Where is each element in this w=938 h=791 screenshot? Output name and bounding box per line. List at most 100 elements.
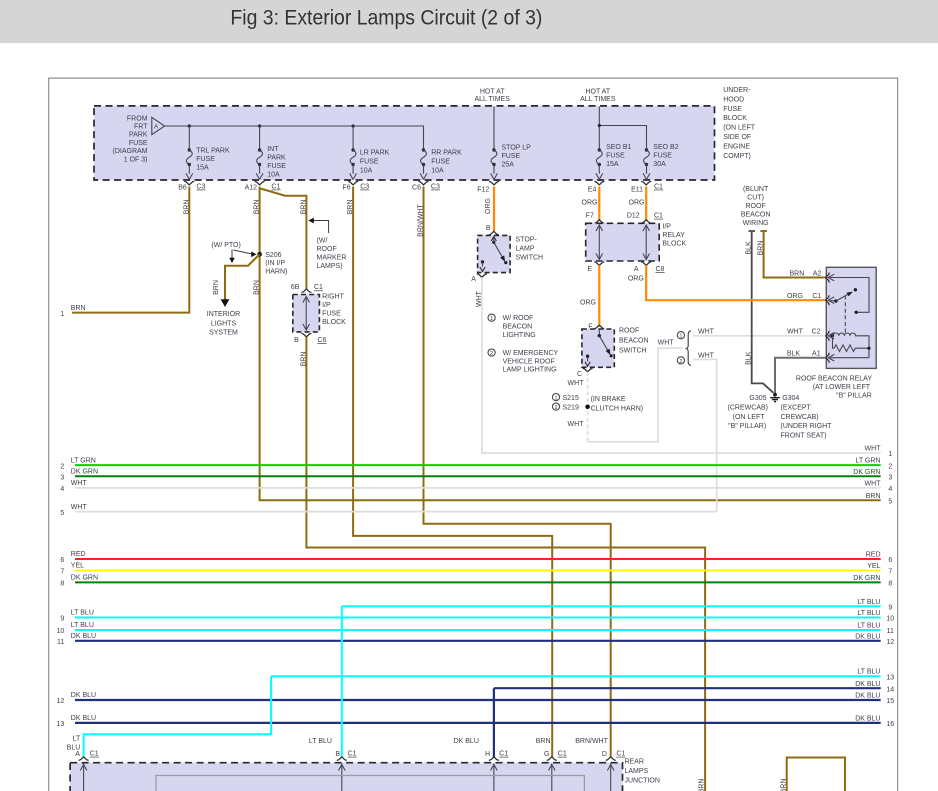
svg-text:1: 1: [888, 451, 892, 458]
svg-text:LT GRN: LT GRN: [71, 457, 96, 464]
svg-text:LAMP: LAMP: [516, 246, 535, 253]
svg-text:BRN: BRN: [254, 200, 261, 215]
svg-text:15: 15: [886, 698, 894, 705]
svg-text:BRN: BRN: [790, 270, 805, 277]
svg-text:F12: F12: [477, 187, 489, 194]
svg-text:B: B: [294, 337, 299, 344]
svg-text:DK BLU: DK BLU: [71, 692, 96, 699]
svg-text:UNDER-: UNDER-: [723, 87, 751, 94]
svg-text:ALL TIMES: ALL TIMES: [580, 96, 616, 103]
svg-text:LAMP LIGHTING: LAMP LIGHTING: [503, 367, 557, 374]
svg-text:F6: F6: [342, 185, 350, 192]
svg-text:11: 11: [57, 639, 64, 646]
svg-text:VEHICLE ROOF: VEHICLE ROOF: [503, 358, 555, 365]
svg-text:C1: C1: [654, 213, 663, 220]
svg-text:C6: C6: [318, 337, 327, 344]
svg-text:STOP-: STOP-: [516, 237, 538, 244]
svg-text:1: 1: [554, 396, 557, 402]
svg-text:FUSE: FUSE: [196, 156, 215, 163]
svg-text:5: 5: [888, 499, 892, 506]
svg-text:ROOF BEACON RELAY: ROOF BEACON RELAY: [796, 376, 872, 383]
svg-text:C1: C1: [654, 183, 663, 190]
svg-text:WIRING: WIRING: [743, 220, 769, 227]
svg-text:ROOF: ROOF: [619, 328, 639, 335]
svg-text:INT: INT: [267, 146, 279, 153]
svg-text:15A: 15A: [606, 161, 619, 168]
svg-text:15A: 15A: [196, 165, 209, 172]
svg-text:S219: S219: [563, 404, 579, 411]
svg-text:DK BLU: DK BLU: [855, 633, 880, 640]
svg-text:BRN: BRN: [300, 200, 307, 215]
svg-text:FRONT SEAT): FRONT SEAT): [781, 433, 827, 440]
svg-text:WHT: WHT: [698, 328, 715, 335]
svg-text:10: 10: [57, 628, 65, 635]
svg-text:(CREWCAB): (CREWCAB): [728, 404, 768, 411]
svg-text:10A: 10A: [431, 168, 444, 175]
svg-text:FUSE: FUSE: [129, 140, 148, 147]
svg-text:E11: E11: [631, 187, 643, 194]
svg-text:DK BLU: DK BLU: [855, 715, 880, 722]
svg-text:ORG: ORG: [629, 200, 645, 207]
svg-text:Fig 3: Exterior Lamps Circuit: Fig 3: Exterior Lamps Circuit (2 of 3): [230, 5, 542, 29]
svg-text:E4: E4: [588, 187, 597, 194]
svg-text:JUNCTION: JUNCTION: [625, 778, 660, 785]
svg-text:CLUTCH HARN): CLUTCH HARN): [591, 406, 644, 413]
svg-text:C3: C3: [431, 183, 440, 190]
svg-text:2: 2: [888, 463, 892, 470]
svg-text:BRN: BRN: [758, 241, 765, 256]
svg-text:SIDE OF: SIDE OF: [723, 134, 751, 141]
svg-text:SYSTEM: SYSTEM: [209, 329, 238, 336]
svg-text:6B: 6B: [291, 284, 300, 291]
svg-text:ORG: ORG: [582, 200, 598, 207]
svg-text:"B" PILLAR: "B" PILLAR: [836, 393, 872, 400]
svg-text:(DIAGRAM: (DIAGRAM: [113, 148, 148, 155]
svg-text:(BLUNT: (BLUNT: [743, 186, 769, 193]
svg-text:BRN: BRN: [699, 779, 706, 791]
svg-text:13: 13: [57, 721, 65, 728]
svg-text:C3: C3: [360, 183, 369, 190]
svg-text:CUT): CUT): [747, 194, 764, 201]
svg-text:BLOCK: BLOCK: [723, 115, 747, 122]
svg-text:C1: C1: [499, 751, 508, 758]
svg-text:F7: F7: [586, 213, 594, 220]
svg-text:G304: G304: [782, 395, 799, 402]
svg-text:7: 7: [60, 569, 64, 576]
svg-text:5: 5: [60, 510, 64, 517]
svg-text:WHT: WHT: [568, 380, 585, 387]
svg-text:LAMPS: LAMPS: [625, 768, 649, 775]
svg-text:(IN I/P: (IN I/P: [265, 260, 285, 267]
svg-text:LIGHTING: LIGHTING: [503, 332, 536, 339]
svg-text:12: 12: [57, 698, 65, 705]
svg-text:ORG: ORG: [485, 198, 492, 214]
svg-text:ENGINE: ENGINE: [723, 143, 750, 150]
svg-text:LIGHTS: LIGHTS: [211, 320, 237, 327]
svg-text:WHT: WHT: [865, 480, 882, 487]
svg-text:C1: C1: [812, 293, 821, 300]
svg-text:H: H: [485, 751, 490, 758]
svg-text:C1: C1: [348, 751, 357, 758]
svg-text:RED: RED: [71, 551, 86, 558]
svg-text:4: 4: [60, 486, 64, 493]
svg-text:8: 8: [60, 581, 64, 588]
svg-text:DK BLU: DK BLU: [855, 681, 880, 688]
svg-text:C1: C1: [558, 751, 567, 758]
svg-text:A12: A12: [245, 185, 258, 192]
svg-text:BRN: BRN: [71, 305, 86, 312]
svg-text:11: 11: [887, 628, 894, 635]
svg-text:DK BLU: DK BLU: [71, 715, 96, 722]
svg-text:C1: C1: [314, 284, 323, 291]
svg-text:CREWCAB): CREWCAB): [781, 414, 819, 421]
svg-text:D: D: [602, 751, 607, 758]
svg-text:RR PARK: RR PARK: [431, 150, 462, 157]
svg-text:BRN: BRN: [536, 738, 551, 745]
svg-text:DK BLU: DK BLU: [454, 738, 479, 745]
svg-text:(W/ PTO): (W/ PTO): [211, 242, 240, 249]
svg-text:BEACON: BEACON: [741, 212, 771, 219]
svg-text:DK GRN: DK GRN: [71, 469, 98, 476]
svg-text:10A: 10A: [267, 172, 280, 179]
svg-text:C1: C1: [616, 751, 625, 758]
svg-text:ORG: ORG: [628, 275, 644, 282]
svg-text:(ON LEFT: (ON LEFT: [733, 414, 766, 421]
svg-text:SEO B2: SEO B2: [653, 144, 678, 151]
svg-text:TRL PARK: TRL PARK: [196, 148, 230, 155]
